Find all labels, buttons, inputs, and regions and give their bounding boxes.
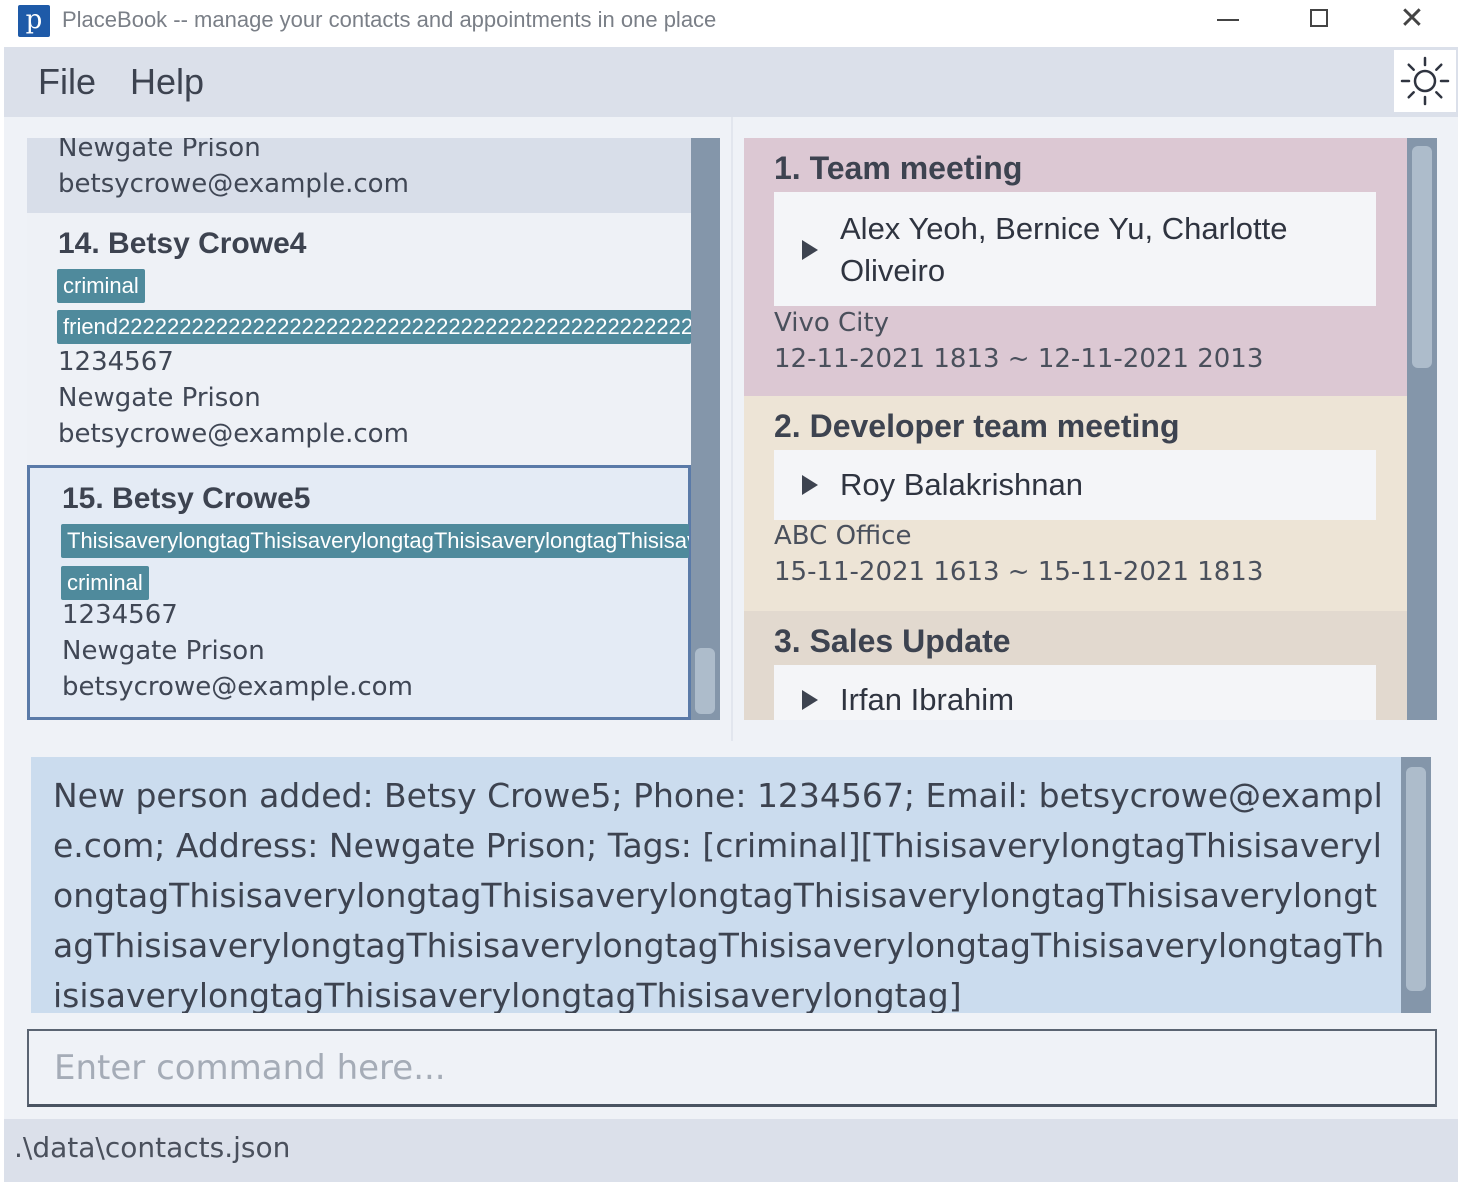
- result-text: New person added: Betsy Crowe5; Phone: 1…: [53, 776, 1385, 1013]
- scrollbar-thumb[interactable]: [695, 648, 715, 714]
- minimize-button[interactable]: [1199, 0, 1259, 42]
- menu-bar: File Help: [4, 47, 1458, 117]
- person-list[interactable]: Newgate Prison betsycrowe@example.com 14…: [27, 138, 719, 720]
- person-tag: criminal: [61, 566, 149, 600]
- appointment-card[interactable]: 2. Developer team meeting Roy Balakrishn…: [744, 396, 1407, 611]
- menu-file[interactable]: File: [38, 61, 96, 103]
- participants-dropdown[interactable]: Alex Yeoh, Bernice Yu, Charlotte Oliveir…: [774, 192, 1376, 306]
- appointment-time: 12-11-2021 1813 ~ 12-11-2021 2013: [774, 344, 1264, 374]
- appointment-list-scrollbar[interactable]: [1407, 138, 1437, 720]
- participants-dropdown[interactable]: Roy Balakrishnan: [774, 450, 1376, 520]
- appointment-location: Vivo City: [774, 308, 889, 338]
- person-address: Newgate Prison: [58, 383, 261, 413]
- close-button[interactable]: ✕: [1382, 0, 1442, 42]
- app-icon: p: [18, 5, 50, 37]
- data-file-path: .\data\contacts.json: [14, 1131, 291, 1164]
- appointment-title: 1. Team meeting: [774, 150, 1023, 186]
- scrollbar-thumb[interactable]: [1412, 146, 1432, 368]
- person-card[interactable]: Newgate Prison betsycrowe@example.com: [27, 138, 691, 213]
- person-email: betsycrowe@example.com: [62, 672, 413, 702]
- theme-toggle-button[interactable]: [1394, 50, 1456, 112]
- expand-arrow-icon[interactable]: [802, 240, 818, 260]
- window-titlebar: p PlaceBook -- manage your contacts and …: [0, 0, 1458, 46]
- person-email: betsycrowe@example.com: [58, 419, 409, 449]
- result-scrollbar[interactable]: [1401, 757, 1431, 1013]
- appointment-time: 15-11-2021 1613 ~ 15-11-2021 1813: [774, 557, 1264, 587]
- appointment-card[interactable]: 3. Sales Update Irfan Ibrahim: [744, 611, 1407, 720]
- result-display: New person added: Betsy Crowe5; Phone: 1…: [31, 757, 1401, 1013]
- person-address: Newgate Prison: [62, 636, 265, 666]
- scrollbar-thumb[interactable]: [1406, 767, 1426, 991]
- person-list-scrollbar[interactable]: [691, 138, 720, 720]
- person-name: 14. Betsy Crowe4: [58, 227, 307, 260]
- person-phone: 1234567: [58, 347, 174, 377]
- menu-help[interactable]: Help: [130, 61, 204, 103]
- window-title: PlaceBook -- manage your contacts and ap…: [62, 7, 717, 32]
- appointment-title: 3. Sales Update: [774, 623, 1011, 659]
- appointment-title: 2. Developer team meeting: [774, 408, 1180, 444]
- person-tag: ThisisaverylongtagThisisaverylongtagThis…: [61, 524, 689, 558]
- person-name: 15. Betsy Crowe5: [62, 482, 311, 515]
- command-input[interactable]: [27, 1029, 1437, 1107]
- person-tag: friend2222222222222222222222222222222222…: [57, 310, 691, 344]
- sun-icon: [1400, 56, 1450, 106]
- person-card-selected[interactable]: 15. Betsy Crowe5 ThisisaverylongtagThisi…: [27, 465, 691, 720]
- status-bar: .\data\contacts.json: [4, 1119, 1458, 1182]
- panel-divider: [731, 117, 733, 741]
- person-tag: criminal: [57, 269, 145, 303]
- participants-text: Roy Balakrishnan: [840, 467, 1083, 502]
- expand-arrow-icon[interactable]: [802, 475, 818, 495]
- appointment-location: ABC Office: [774, 521, 912, 551]
- person-phone: 1234567: [62, 600, 178, 630]
- person-address: Newgate Prison: [58, 138, 261, 163]
- participants-text: Irfan Ibrahim: [840, 682, 1015, 717]
- person-card[interactable]: 14. Betsy Crowe4 criminal friend22222222…: [27, 213, 691, 465]
- participants-dropdown[interactable]: Irfan Ibrahim: [774, 665, 1376, 720]
- appointment-list[interactable]: 1. Team meeting Alex Yeoh, Bernice Yu, C…: [744, 138, 1407, 720]
- appointment-card[interactable]: 1. Team meeting Alex Yeoh, Bernice Yu, C…: [744, 138, 1407, 396]
- expand-arrow-icon[interactable]: [802, 690, 818, 710]
- person-email: betsycrowe@example.com: [58, 169, 409, 199]
- participants-text: Alex Yeoh, Bernice Yu, Charlotte Oliveir…: [840, 211, 1288, 288]
- maximize-button[interactable]: [1289, 0, 1349, 42]
